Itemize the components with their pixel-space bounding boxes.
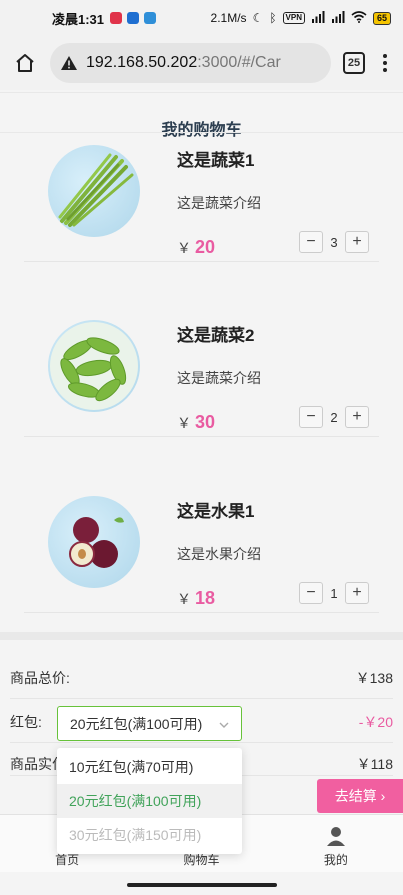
goods-price: ￥ 30 [177, 412, 216, 432]
moon-icon: ☾ [252, 11, 264, 25]
goods-description: 这是蔬菜介绍 [177, 195, 261, 211]
divider [0, 92, 403, 93]
decrease-button[interactable]: − [299, 231, 323, 253]
chevron-right-icon: › [380, 788, 386, 804]
section-separator [0, 632, 403, 640]
increase-button[interactable]: + [345, 582, 369, 604]
signal-icon [331, 10, 345, 26]
divider [24, 612, 379, 613]
goods-price: ￥ 18 [177, 588, 216, 608]
coupon-option-selected[interactable]: 20元红包(满100可用) [57, 784, 242, 818]
wifi-icon [351, 10, 367, 26]
status-bar: 凌晨1:31 2.1M/s ☾ ᛒ VPN 65 [0, 0, 403, 36]
goods-name: 这是蔬菜1 [177, 151, 255, 170]
bluetooth-icon: ᛒ [269, 11, 277, 25]
home-icon [16, 54, 34, 72]
decrease-button[interactable]: − [299, 582, 323, 604]
goods-price: ￥ 20 [177, 237, 216, 257]
coupon-dropdown: 10元红包(满70可用) 20元红包(满100可用) 30元红包(满150可用) [57, 748, 242, 854]
divider [24, 261, 379, 262]
coupon-discount-value: -￥20 [358, 714, 393, 730]
goods-name: 这是蔬菜2 [177, 326, 255, 345]
app-notification-icon [127, 12, 140, 24]
browser-home-button[interactable] [8, 46, 42, 80]
total-price-label: 商品总价: [10, 670, 70, 686]
quantity-stepper: − 2 + [299, 406, 369, 428]
telegram-icon [144, 12, 157, 24]
browser-toolbar: 192.168.50.202:3000/#/Car 25 [0, 36, 403, 90]
quantity-value: 3 [330, 234, 338, 250]
quantity-stepper: − 1 + [299, 582, 369, 604]
page-title: 我的购物车 [161, 122, 242, 139]
goods-image-asparagus [48, 145, 140, 237]
signal-icon [311, 10, 325, 26]
coupon-select[interactable]: 20元红包(满100可用) [57, 706, 242, 741]
divider [10, 742, 393, 743]
divider [10, 698, 393, 699]
battery-icon: 65 [372, 11, 391, 25]
coupon-option[interactable]: 10元红包(满70可用) [57, 750, 242, 784]
gesture-bar [127, 883, 277, 887]
network-speed: 2.1M/s [210, 11, 247, 25]
actual-pay-value: ￥118 [356, 756, 393, 772]
quantity-value: 2 [330, 409, 338, 425]
status-time: 凌晨1:31 [52, 11, 105, 27]
url-host: 192.168.50.202 [86, 54, 198, 71]
user-icon [326, 827, 345, 846]
coupon-label: 红包: [10, 714, 42, 730]
coupon-option-disabled: 30元红包(满150可用) [69, 827, 202, 843]
total-price-row: 商品总价: ￥138 [10, 668, 393, 688]
goods-image-plums [48, 496, 140, 588]
tab-profile[interactable]: 我的 [269, 815, 403, 872]
decrease-button[interactable]: − [299, 406, 323, 428]
goods-image-peas [48, 320, 140, 412]
coupon-selected-value: 20元红包(满100可用) [70, 715, 203, 732]
goods-description: 这是蔬菜介绍 [177, 370, 261, 386]
quantity-value: 1 [330, 585, 338, 601]
goods-description: 这是水果介绍 [177, 546, 261, 562]
increase-button[interactable]: + [345, 231, 369, 253]
address-bar[interactable]: 192.168.50.202:3000/#/Car [50, 43, 331, 83]
total-price-value: ￥138 [355, 670, 393, 686]
url-path: :3000/#/Car [197, 54, 281, 71]
chevron-down-icon [219, 717, 229, 731]
browser-menu-button[interactable] [375, 54, 395, 72]
increase-button[interactable]: + [345, 406, 369, 428]
tab-switcher-button[interactable]: 25 [343, 52, 365, 74]
goods-name: 这是水果1 [177, 502, 255, 521]
checkout-button[interactable]: 去结算 › [317, 779, 403, 813]
app-notification-icon [110, 12, 123, 24]
warning-icon [60, 55, 78, 71]
divider [24, 436, 379, 437]
quantity-stepper: − 3 + [299, 231, 369, 253]
divider [0, 132, 403, 133]
vpn-badge: VPN [282, 12, 305, 24]
